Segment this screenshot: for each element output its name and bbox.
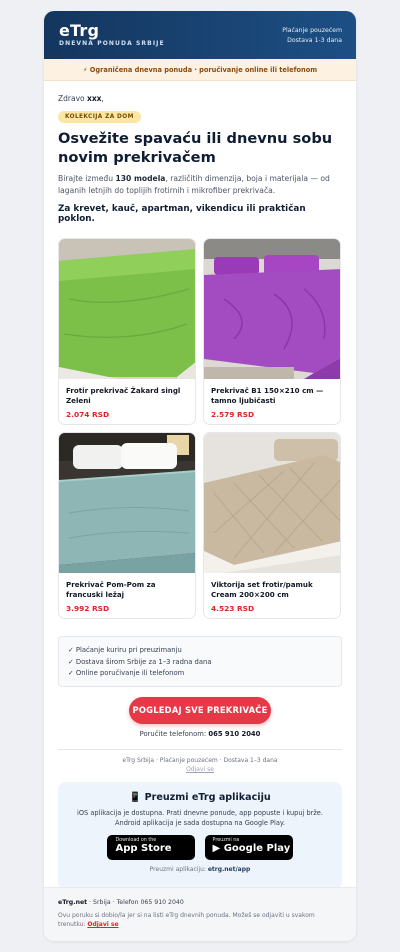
app-store-text: App Store <box>115 843 172 854</box>
cta-wrapper: POGLEDAJ SVE PREKRIVAČE <box>58 697 342 724</box>
product-image-teal[interactable] <box>59 433 196 573</box>
app-description: iOS aplikacija je dostupna. Prati dnevne… <box>58 808 342 828</box>
product-card[interactable]: Frotir prekrivač Žakard singl Zeleni 2.0… <box>58 238 196 425</box>
email-footer: eTrg.net · Srbija · Telefon 065 910 2040… <box>44 887 356 941</box>
promo-banner: ⚡ Ograničena dnevna ponuda · poručivanje… <box>44 59 356 81</box>
email-header: eTrg DNEVNA PONUDA SRBIJE Plaćanje pouze… <box>44 11 356 59</box>
header-payment: Plaćanje pouzećem <box>282 27 342 34</box>
header-info: Plaćanje pouzećem Dostava 1-3 dana <box>282 26 342 45</box>
product-name[interactable]: Frotir prekrivač Žakard singl Zeleni <box>66 386 190 405</box>
product-image-purple[interactable] <box>204 239 341 379</box>
tagline: Za krevet, kauč, apartman, vikendicu ili… <box>58 204 306 224</box>
collection-badge: KOLEKCIJA ZA DOM <box>58 111 141 123</box>
headline: Osvežite spavaću ili dnevnu sobu novim p… <box>58 130 333 166</box>
footer-meta: eTrg Srbija · Plaćanje pouzećem · Dostav… <box>122 757 278 764</box>
benefit-item: ✓ Dostava širom Srbije za 1–3 radna dana <box>68 657 212 666</box>
greeting-prefix: Zdravo <box>58 94 87 103</box>
app-desc-android: Android aplikacija je sada dostupna na G… <box>115 819 285 827</box>
greeting: Zdravo xxx, <box>58 94 342 103</box>
product-name[interactable]: Viktorija set frotir/pamuk Cream 200×200… <box>211 580 335 599</box>
benefit-item: ✓ Plaćanje kuriru pri preuzimanju <box>68 646 182 654</box>
product-image-green[interactable] <box>59 239 196 379</box>
product-card[interactable]: Prekrivač B1 150×210 cm — tamno ljubičas… <box>203 238 341 425</box>
product-image-cream[interactable] <box>204 433 341 573</box>
unsubscribe-link[interactable]: Odjavi se <box>58 766 342 773</box>
divider <box>58 749 342 750</box>
brand-subtitle: DNEVNA PONUDA SRBIJE <box>59 40 165 47</box>
phone-number[interactable]: 065 910 2040 <box>208 730 260 738</box>
description-count: 130 modela <box>115 174 166 183</box>
footer-notice: Ovu poruku si dobio/la jer si na listi e… <box>58 911 342 929</box>
product-card[interactable]: Prekrivač Pom-Pom za francuski ležaj 3.9… <box>58 432 196 619</box>
greeting-suffix: , <box>101 94 104 103</box>
product-price: 2.579 RSD <box>211 410 255 419</box>
store-buttons: Download on the App Store Preuzmi na ▶ G… <box>58 835 342 860</box>
product-price: 2.074 RSD <box>66 410 110 419</box>
product-price: 4.523 RSD <box>211 604 255 613</box>
product-name[interactable]: Prekrivač B1 150×210 cm — tamno ljubičas… <box>211 386 335 405</box>
description: Birajte između 130 modela, različitih di… <box>58 173 342 197</box>
benefits-box: ✓ Plaćanje kuriru pri preuzimanju ✓ Dost… <box>58 636 342 687</box>
benefit-item: ✓ Online poručivanje ili telefonom <box>68 669 185 677</box>
app-link-label: Preuzmi aplikaciju: <box>149 866 208 873</box>
google-play-label: ▶ Google Play <box>212 843 291 854</box>
app-store-button[interactable]: Download on the App Store <box>107 835 196 860</box>
view-all-button[interactable]: POGLEDAJ SVE PREKRIVAČE <box>129 697 271 724</box>
greeting-name: xxx <box>87 94 102 103</box>
footer-site[interactable]: eTrg.net <box>58 899 87 906</box>
app-link: Preuzmi aplikaciju: etrg.net/app <box>58 866 342 873</box>
footer-unsubscribe-link[interactable]: Odjavi se <box>87 921 118 928</box>
google-play-button[interactable]: Preuzmi na ▶ Google Play <box>204 835 293 860</box>
app-desc-ios: iOS aplikacija je dostupna. Prati dnevne… <box>77 809 323 817</box>
product-name[interactable]: Prekrivač Pom-Pom za francuski ležaj <box>66 580 190 599</box>
description-before: Birajte između <box>58 174 116 183</box>
app-link-url[interactable]: etrg.net/app <box>208 866 251 873</box>
header-delivery: Dostava 1-3 dana <box>287 36 342 44</box>
product-grid: Frotir prekrivač Žakard singl Zeleni 2.0… <box>58 238 342 624</box>
product-price: 3.992 RSD <box>66 604 110 613</box>
product-card[interactable]: Viktorija set frotir/pamuk Cream 200×200… <box>203 432 341 619</box>
footer-contact: eTrg.net · Srbija · Telefon 065 910 2040 <box>58 899 342 906</box>
footer-contact-rest: · Srbija · Telefon 065 910 2040 <box>87 899 184 906</box>
app-title: 📱 Preuzmi eTrg aplikaciju <box>129 792 271 803</box>
brand-logo[interactable]: eTrg <box>59 21 99 40</box>
app-promo: 📱 Preuzmi eTrg aplikaciju iOS aplikacija… <box>58 782 342 890</box>
phone-order: Poručite telefonom: 065 910 2040 <box>58 730 342 738</box>
main-content: Zdravo xxx, KOLEKCIJA ZA DOM Osvežite sp… <box>44 94 356 890</box>
email-card: eTrg DNEVNA PONUDA SRBIJE Plaćanje pouze… <box>44 11 356 941</box>
app-store-label: App Store <box>115 843 195 855</box>
phone-label: Poručite telefonom: <box>139 730 209 738</box>
